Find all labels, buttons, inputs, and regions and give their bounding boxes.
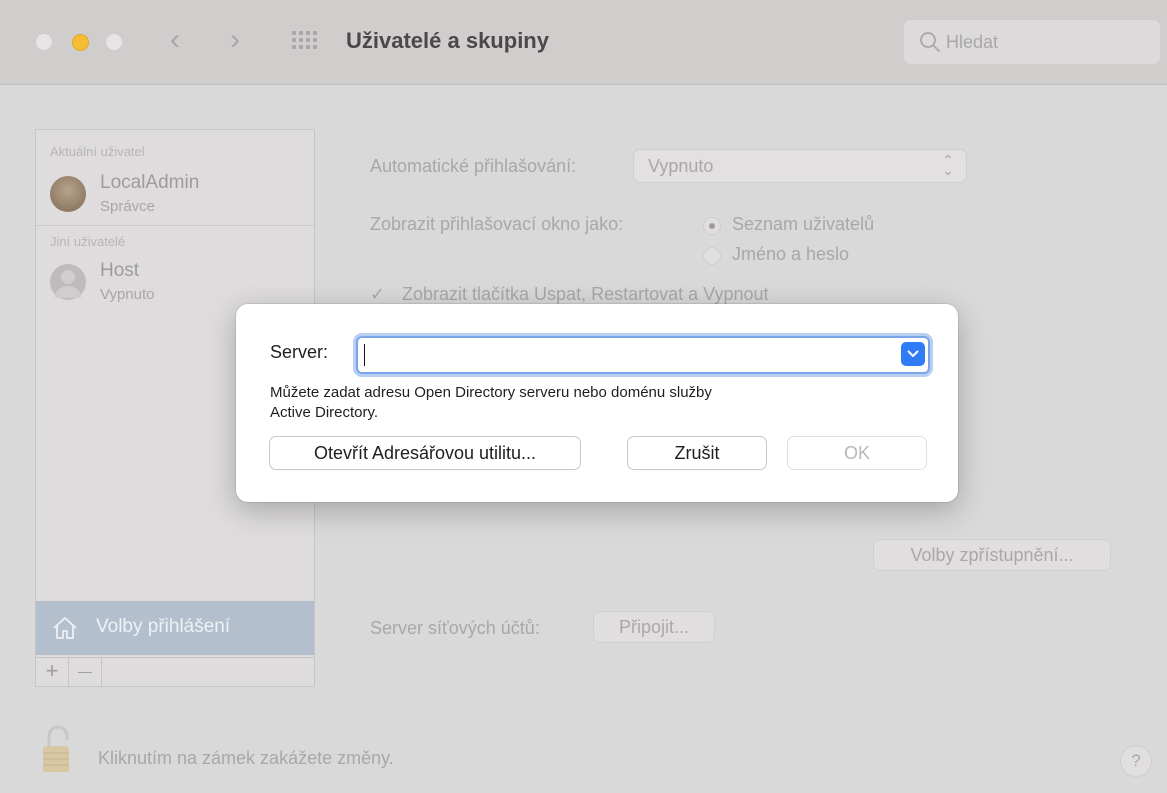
home-icon [53, 617, 77, 639]
preferences-window: ‹ › Uživatelé a skupiny Hledat Aktuální … [0, 0, 1167, 793]
section-other-users: Jiní uživatelé [50, 234, 126, 249]
sidebar-footer: + — [36, 657, 314, 687]
radio-name-password-label: Jméno a heslo [732, 244, 850, 264]
toolbar: ‹ › Uživatelé a skupiny Hledat [0, 0, 1167, 85]
updown-chevron-icon: ⌃ ⌄ [942, 152, 954, 178]
window-title: Uživatelé a skupiny [346, 28, 549, 53]
user-name: LocalAdmin [100, 172, 200, 193]
server-combobox[interactable] [356, 336, 930, 374]
cancel-button[interactable]: Zrušit [628, 437, 766, 469]
auto-login-value: Vypnuto [648, 156, 714, 176]
ok-button[interactable]: OK [788, 437, 926, 469]
lock-status-text: Kliknutím na zámek zakážete změny. [98, 748, 394, 768]
close-window-button[interactable] [36, 34, 52, 50]
back-arrow-icon[interactable]: ‹ [170, 25, 180, 55]
section-current-user: Aktuální uživatel [50, 144, 145, 159]
server-input[interactable] [362, 340, 886, 368]
accessibility-options-button[interactable]: Volby zpřístupnění... [874, 540, 1110, 570]
user-name: Host [100, 260, 140, 281]
divider [36, 225, 314, 226]
server-label: Server: [270, 342, 329, 362]
connect-button[interactable]: Připojit... [594, 612, 714, 642]
combobox-dropdown-button[interactable] [901, 342, 925, 366]
search-field[interactable]: Hledat [904, 20, 1160, 64]
show-buttons-label: Zobrazit tlačítka Uspat, Restartovat a V… [402, 284, 769, 304]
radio-name-password[interactable] [704, 248, 720, 264]
add-user-button[interactable]: + [36, 658, 69, 686]
help-button[interactable]: ? [1121, 746, 1151, 776]
zoom-window-button[interactable] [106, 34, 122, 50]
auto-login-label: Automatické přihlašování: [370, 156, 577, 176]
text-caret [364, 344, 365, 366]
auto-login-popup[interactable]: Vypnuto ⌃ ⌄ [634, 150, 966, 182]
radio-user-list-label: Seznam uživatelů [732, 214, 875, 234]
directory-server-dialog: Server: Můžete zadat adresu Open Directo… [236, 304, 958, 502]
chevron-down-icon [907, 350, 919, 357]
checkbox-show-buttons[interactable]: ✓ [370, 284, 385, 305]
lock-icon[interactable] [40, 724, 72, 774]
user-role: Vypnuto [100, 286, 155, 303]
remove-user-button[interactable]: — [69, 658, 102, 686]
display-as-label: Zobrazit přihlašovací okno jako: [370, 214, 624, 234]
hint-line: Active Directory. [270, 404, 379, 421]
open-directory-utility-button[interactable]: Otevřít Adresářovou utilitu... [270, 437, 580, 469]
show-all-grid-icon[interactable] [292, 31, 318, 53]
sidebar-item-label: Volby přihlášení [96, 616, 231, 637]
avatar [50, 176, 86, 212]
server-hint-text: Můžete zadat adresu Open Directory serve… [270, 383, 890, 423]
sidebar-item-login-options[interactable]: Volby přihlášení [36, 601, 314, 655]
user-role: Správce [100, 198, 156, 215]
search-icon [920, 32, 940, 52]
minimize-window-button[interactable] [72, 34, 89, 51]
network-server-label: Server síťových účtů: [370, 618, 540, 638]
avatar [50, 264, 86, 300]
hint-line: Můžete zadat adresu Open Directory serve… [270, 384, 712, 401]
radio-user-list[interactable] [704, 218, 720, 234]
forward-arrow-icon[interactable]: › [230, 25, 240, 55]
search-placeholder: Hledat [946, 32, 999, 52]
